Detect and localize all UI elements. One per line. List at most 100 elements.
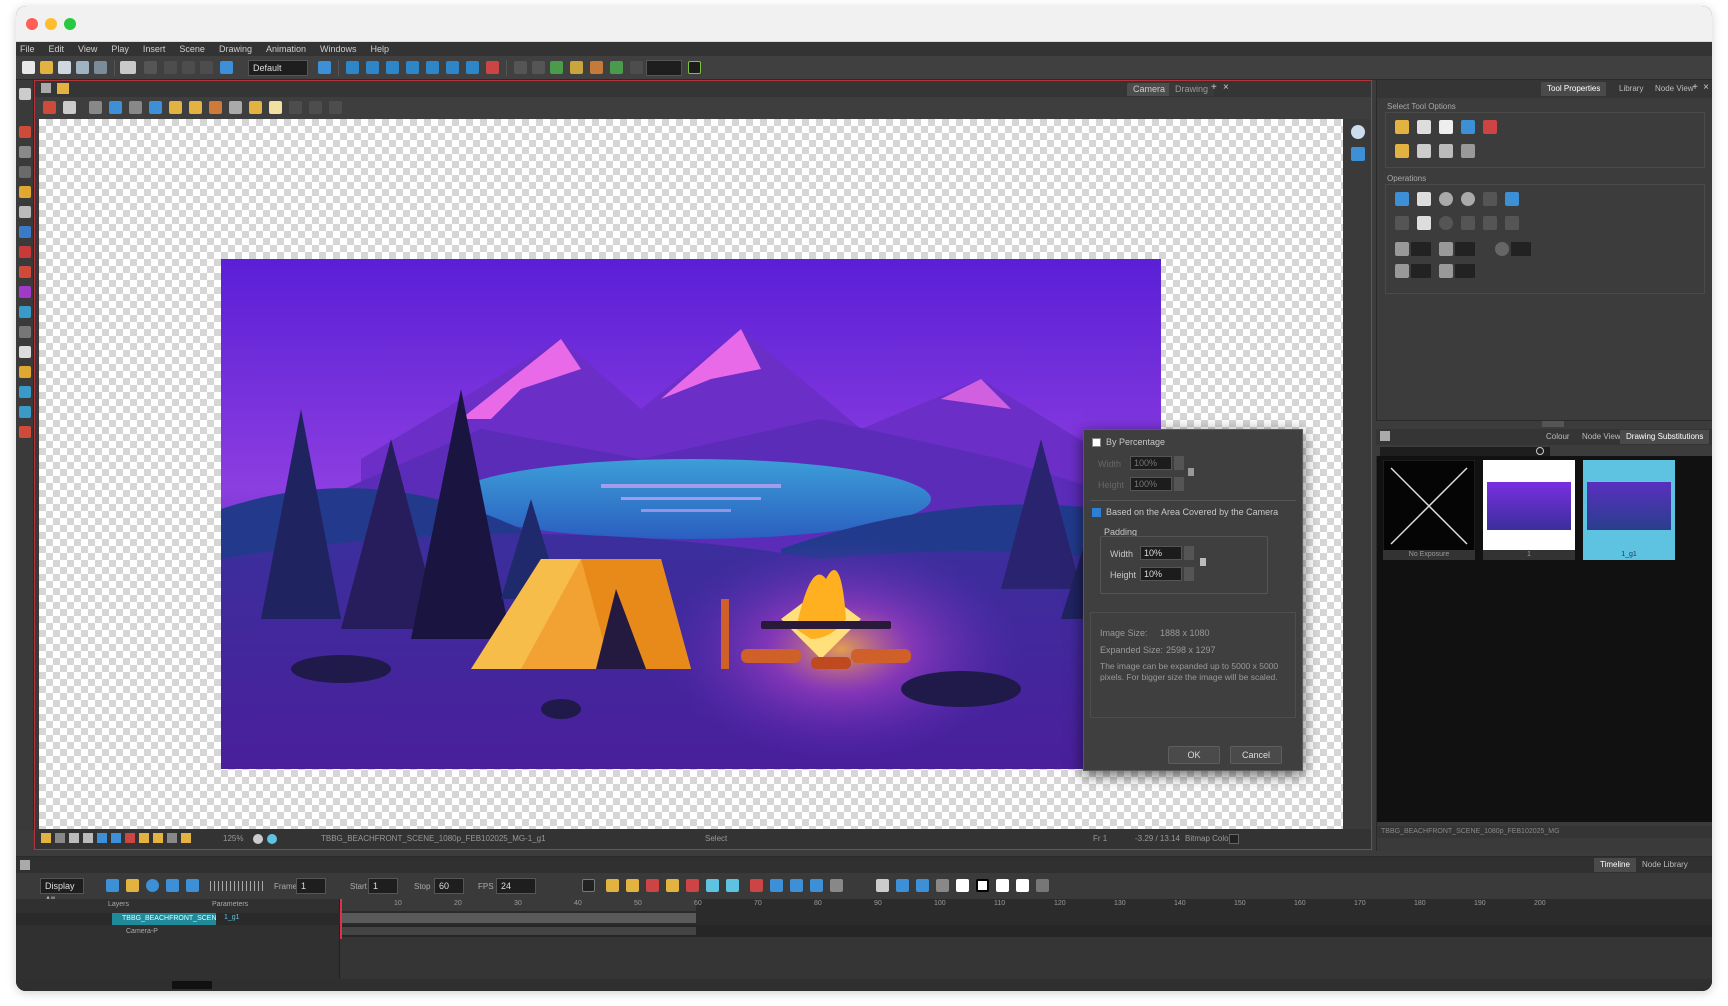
pad-height-input[interactable]: 10% <box>1140 567 1182 581</box>
pad-width-stepper[interactable] <box>1184 546 1194 560</box>
layer-name[interactable]: TBBG_BEACHFRONT_SCENE <box>112 913 216 925</box>
minimize-window-button[interactable] <box>45 18 57 30</box>
select-tool-icon[interactable] <box>19 88 31 100</box>
pct-height-stepper[interactable] <box>1174 477 1184 491</box>
tab-drawing-substitutions[interactable]: Drawing Substitutions <box>1620 430 1710 444</box>
collapse-icon[interactable] <box>876 879 889 892</box>
ik-icon[interactable] <box>486 61 499 74</box>
layer-name[interactable]: Camera-P <box>126 928 158 935</box>
paste-icon[interactable] <box>200 61 213 74</box>
apply-colour-icon[interactable] <box>1439 216 1453 230</box>
grid-icon[interactable] <box>89 101 102 114</box>
camera-area-checkbox[interactable] <box>1092 508 1101 517</box>
morph-icon[interactable] <box>426 61 439 74</box>
pct-lock-icon[interactable] <box>1188 468 1194 476</box>
menu-view[interactable]: View <box>78 44 97 54</box>
menu-play[interactable]: Play <box>111 44 129 54</box>
shade-icon[interactable] <box>289 101 302 114</box>
keyframe-mode-icon[interactable] <box>956 879 969 892</box>
pct-width-input[interactable]: 100% <box>1130 456 1172 470</box>
brush-tool-icon[interactable] <box>19 126 31 138</box>
offset-icon[interactable] <box>590 61 603 74</box>
menu-windows[interactable]: Windows <box>320 44 357 54</box>
sound-scrub-icon[interactable] <box>146 879 159 892</box>
pen-icon[interactable] <box>229 101 242 114</box>
volume-icon[interactable] <box>186 879 199 892</box>
field-chart-icon[interactable] <box>83 833 93 843</box>
colour-swatch[interactable] <box>1229 834 1239 844</box>
smooth-icon[interactable] <box>1461 144 1475 158</box>
pct-height-input[interactable]: 100% <box>1130 477 1172 491</box>
deform-select[interactable] <box>646 60 682 76</box>
x-field[interactable] <box>1411 242 1431 256</box>
eraser-tool-icon[interactable] <box>19 166 31 178</box>
workspace-save-icon[interactable] <box>318 61 331 74</box>
undo-icon[interactable] <box>120 61 136 74</box>
by-percentage-checkbox[interactable] <box>1092 438 1101 447</box>
add-layer-icon[interactable] <box>726 879 739 892</box>
bone-icon[interactable] <box>446 61 459 74</box>
lasso-icon[interactable] <box>1395 120 1409 134</box>
bulb-status-icon[interactable] <box>41 833 51 843</box>
envelope-icon[interactable] <box>550 61 563 74</box>
workspace-select[interactable]: Default <box>248 60 308 76</box>
text-tool-icon[interactable] <box>19 206 31 218</box>
zoom-timeline-icon[interactable] <box>916 879 929 892</box>
height-field[interactable] <box>1455 264 1475 278</box>
grid-status-icon[interactable] <box>55 833 65 843</box>
insert-frame-icon[interactable] <box>810 879 823 892</box>
snap-icon[interactable] <box>1439 120 1453 134</box>
menu-drawing[interactable]: Drawing <box>219 44 252 54</box>
drawing-canvas[interactable]: By Percentage Width 100% Height 100% Bas… <box>39 119 1343 829</box>
remove-extra-icon[interactable] <box>1483 216 1497 230</box>
library-menu-icon[interactable] <box>1380 431 1390 441</box>
menu-scene[interactable]: Scene <box>179 44 205 54</box>
permanent-select-icon[interactable] <box>1483 120 1497 134</box>
timeline-scrollbar[interactable] <box>16 979 1712 991</box>
settings-icon[interactable] <box>63 101 76 114</box>
zoom-level[interactable]: 125% <box>223 829 243 849</box>
curve-icon[interactable] <box>532 61 545 74</box>
workspace-icon[interactable] <box>220 61 233 74</box>
kinematic-icon[interactable] <box>466 61 479 74</box>
tab-node-library[interactable]: Node Library <box>1636 858 1694 872</box>
select-group-icon[interactable] <box>1417 144 1431 158</box>
splitter-handle[interactable] <box>1542 421 1564 427</box>
rotate-ccw-icon[interactable] <box>1439 192 1453 206</box>
tab-node-view-2[interactable]: Node View <box>1576 430 1627 444</box>
layer-row[interactable]: Camera-P <box>16 926 340 938</box>
contour-icon[interactable] <box>1461 120 1475 134</box>
draw-mode-icon[interactable] <box>582 879 595 892</box>
reset-view-icon[interactable] <box>1351 125 1365 139</box>
blank-icon[interactable] <box>1016 879 1029 892</box>
deform-icon[interactable] <box>514 61 527 74</box>
select-stroke-icon[interactable] <box>1439 144 1453 158</box>
flatten-icon[interactable] <box>1483 192 1497 206</box>
play-icon[interactable] <box>106 879 119 892</box>
menu-icon[interactable] <box>41 83 51 93</box>
thumb-drawing-1[interactable]: 1 <box>1483 460 1575 560</box>
rotation-reset-icon[interactable] <box>267 834 277 844</box>
create-colour-art-icon[interactable] <box>1505 192 1519 206</box>
tab-camera[interactable]: Camera <box>1127 83 1172 96</box>
display-select[interactable]: Display All <box>40 878 84 905</box>
tab-colour[interactable]: Colour <box>1540 430 1576 444</box>
expand-icon[interactable] <box>896 879 909 892</box>
mask-icon[interactable] <box>129 101 142 114</box>
track-layer-1[interactable] <box>340 911 1712 925</box>
select-by-colour-icon[interactable] <box>1395 144 1409 158</box>
ok-button[interactable]: OK <box>1168 746 1220 764</box>
peg-icon[interactable] <box>790 879 803 892</box>
transform-tool-icon[interactable] <box>19 366 31 378</box>
playhead[interactable] <box>340 899 342 939</box>
lock-deform-icon[interactable] <box>630 61 643 74</box>
copy-icon[interactable] <box>182 61 195 74</box>
hold-mode-icon[interactable] <box>976 879 989 892</box>
pad-height-stepper[interactable] <box>1184 567 1194 581</box>
sound-icon[interactable] <box>166 879 179 892</box>
menu-file[interactable]: File <box>20 44 35 54</box>
add-drawing-icon[interactable] <box>706 879 719 892</box>
camera-icon[interactable] <box>1351 147 1365 161</box>
line-tool-icon[interactable] <box>19 266 31 278</box>
more-options-icon[interactable] <box>1036 879 1049 892</box>
